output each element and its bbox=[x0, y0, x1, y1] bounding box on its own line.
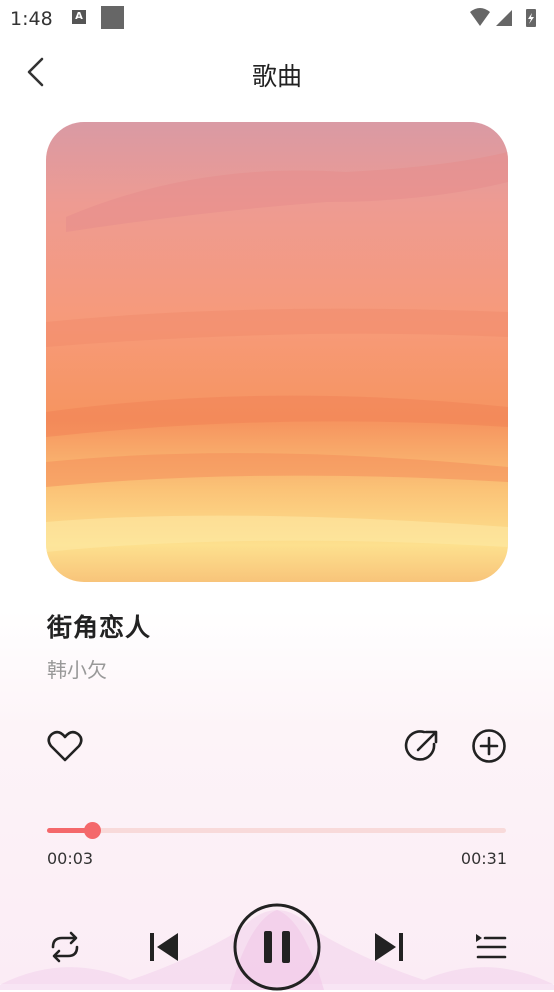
notification-square-icon bbox=[101, 6, 124, 29]
skip-next-icon[interactable] bbox=[373, 932, 405, 962]
heart-icon[interactable] bbox=[47, 729, 83, 763]
repeat-icon[interactable] bbox=[47, 931, 83, 963]
album-cover-image bbox=[46, 122, 508, 582]
album-cover bbox=[46, 122, 508, 582]
plus-circle-icon[interactable] bbox=[471, 728, 507, 764]
pause-icon bbox=[264, 931, 290, 963]
share-icon[interactable] bbox=[404, 728, 440, 764]
pause-button[interactable] bbox=[232, 902, 322, 992]
notification-icon: A bbox=[72, 10, 86, 24]
status-bar: 1:48 A bbox=[0, 0, 554, 38]
page-title: 歌曲 bbox=[251, 62, 302, 91]
playlist-icon[interactable] bbox=[473, 933, 507, 961]
current-time: 00:03 bbox=[47, 849, 94, 868]
status-time: 1:48 bbox=[10, 8, 53, 30]
wifi-icon bbox=[470, 8, 490, 26]
total-time: 00:31 bbox=[460, 849, 507, 868]
app-header: 歌曲 bbox=[0, 44, 554, 100]
progress-thumb[interactable] bbox=[83, 822, 101, 839]
progress-bar[interactable] bbox=[47, 822, 506, 839]
song-title: 街角恋人 bbox=[47, 613, 152, 642]
status-icons bbox=[470, 8, 536, 27]
skip-previous-icon[interactable] bbox=[148, 932, 180, 962]
song-artist: 韩小欠 bbox=[47, 658, 107, 682]
signal-icon bbox=[496, 10, 512, 26]
